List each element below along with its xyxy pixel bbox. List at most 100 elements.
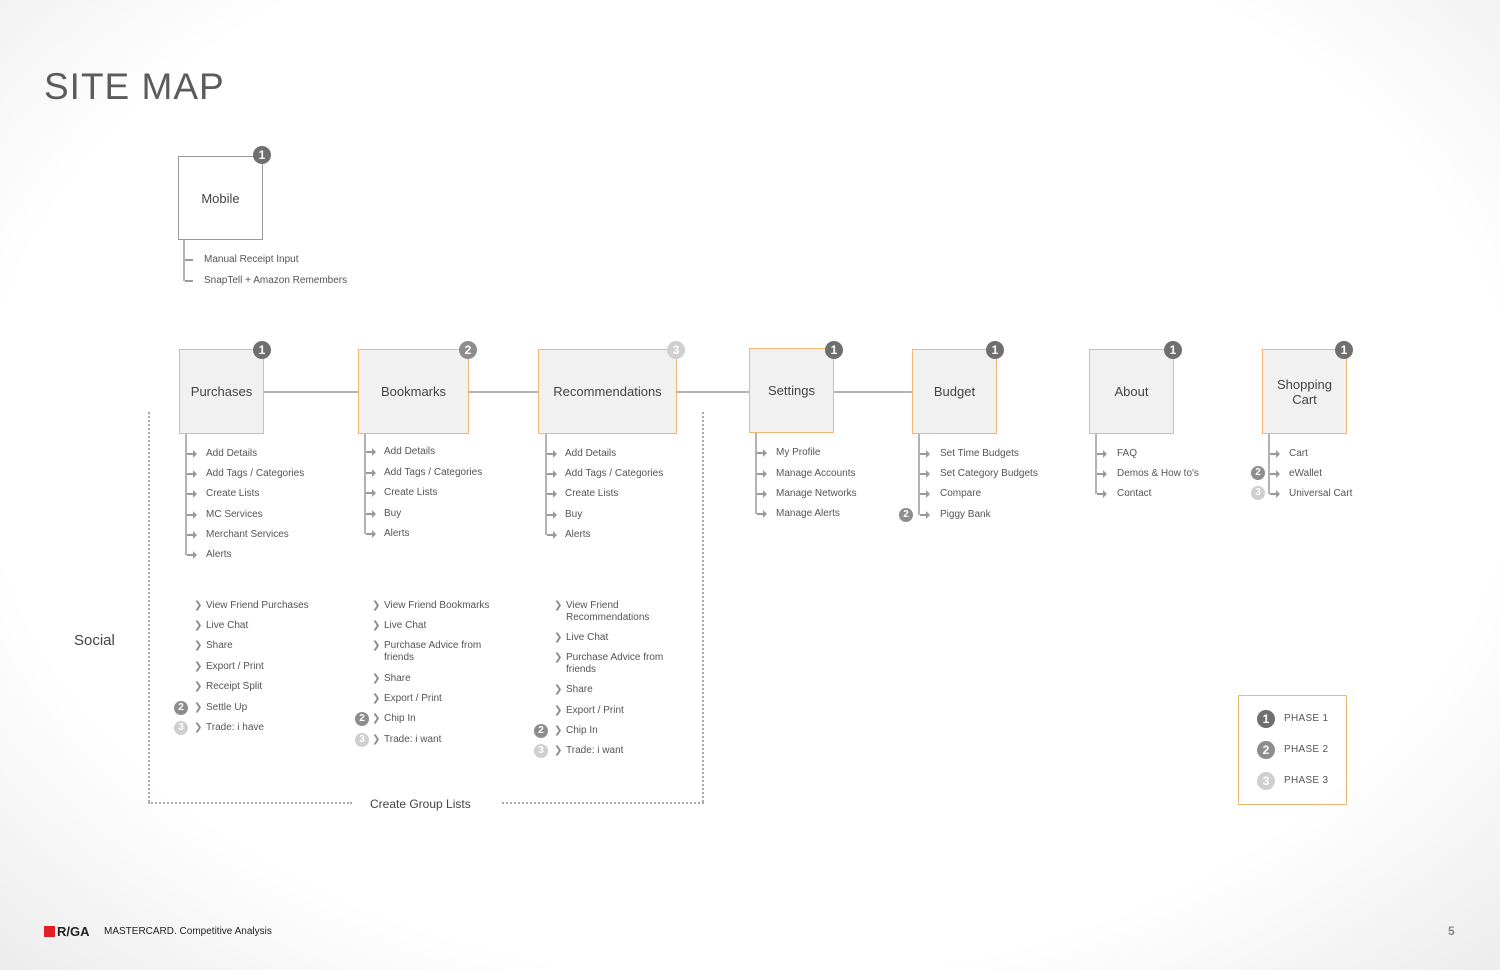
purchases-social-item[interactable]: Settle Up bbox=[206, 702, 247, 714]
budget-item[interactable]: Set Time Budgets bbox=[940, 448, 1019, 460]
budget-node[interactable]: Budget bbox=[912, 349, 997, 434]
ewallet-phase-badge: 2 bbox=[1251, 466, 1265, 480]
item-arrow bbox=[757, 490, 767, 498]
item-arrow bbox=[187, 511, 197, 519]
purchases-social-item[interactable]: Receipt Split bbox=[206, 681, 262, 693]
purchases-item[interactable]: MC Services bbox=[206, 509, 263, 521]
budget-item[interactable]: Set Category Budgets bbox=[940, 468, 1038, 480]
bookmarks-social-item[interactable]: Chip In bbox=[384, 713, 416, 725]
purchases-item[interactable]: Alerts bbox=[206, 549, 232, 561]
recommendations-node[interactable]: Recommendations bbox=[538, 349, 677, 434]
item-arrow bbox=[1097, 470, 1107, 478]
item-arrow bbox=[366, 510, 376, 518]
item-arrow bbox=[187, 450, 197, 458]
purchases-item[interactable]: Add Details bbox=[206, 448, 257, 460]
purchases-item[interactable]: Create Lists bbox=[206, 488, 259, 500]
mobile-node[interactable]: Mobile bbox=[178, 156, 263, 240]
recommendations-phase-badge: 3 bbox=[667, 341, 685, 359]
settings-item[interactable]: My Profile bbox=[776, 447, 820, 459]
chevron-right-icon: ❯ bbox=[372, 713, 381, 724]
bookmarks-node[interactable]: Bookmarks bbox=[358, 349, 469, 434]
shopping-cart-item[interactable]: Universal Cart bbox=[1289, 488, 1352, 500]
social-border-bottom bbox=[502, 802, 704, 804]
phase-legend: 1 PHASE 1 2 PHASE 2 3 PHASE 3 bbox=[1238, 695, 1347, 805]
mobile-item[interactable]: SnapTell + Amazon Remembers bbox=[204, 275, 347, 287]
purchases-node[interactable]: Purchases bbox=[179, 349, 264, 434]
purchases-social-item[interactable]: Export / Print bbox=[206, 661, 264, 673]
purchases-social-item[interactable]: Share bbox=[206, 640, 233, 652]
recommendations-social-item-cont: Recommendations bbox=[566, 612, 650, 623]
budget-node-label: Budget bbox=[933, 384, 976, 399]
bookmarks-item[interactable]: Create Lists bbox=[384, 487, 437, 499]
recommendations-item[interactable]: Add Tags / Categories bbox=[565, 468, 663, 480]
recommendations-item[interactable]: Add Details bbox=[565, 448, 616, 460]
about-node[interactable]: About bbox=[1089, 349, 1174, 434]
recommendations-social-item[interactable]: Trade: i want bbox=[566, 745, 623, 757]
item-arrow bbox=[187, 470, 197, 478]
bookmarks-item[interactable]: Add Tags / Categories bbox=[384, 467, 482, 479]
chevron-right-icon: ❯ bbox=[372, 673, 381, 684]
shopping-cart-tree-line bbox=[1268, 434, 1270, 494]
chevron-right-icon: ❯ bbox=[554, 600, 563, 611]
settings-node-label: Settings bbox=[768, 383, 815, 398]
bookmarks-phase-badge: 2 bbox=[459, 341, 477, 359]
chevron-right-icon: ❯ bbox=[554, 652, 563, 663]
shopping-cart-item[interactable]: Cart bbox=[1289, 448, 1308, 460]
chevron-right-icon: ❯ bbox=[372, 600, 381, 611]
chevron-right-icon: ❯ bbox=[372, 620, 381, 631]
budget-item[interactable]: Compare bbox=[940, 488, 981, 500]
about-item[interactable]: FAQ bbox=[1117, 448, 1137, 460]
recommendations-social-item[interactable]: View Friend bbox=[566, 600, 619, 612]
nav-connector bbox=[833, 391, 913, 393]
recommendations-social-item[interactable]: Purchase Advice from bbox=[566, 652, 663, 664]
bookmarks-item[interactable]: Add Details bbox=[384, 446, 435, 458]
purchases-item[interactable]: Merchant Services bbox=[206, 529, 289, 541]
chevron-right-icon: ❯ bbox=[554, 684, 563, 695]
settings-item[interactable]: Manage Accounts bbox=[776, 468, 856, 480]
shopping-cart-node[interactable]: Shopping Cart bbox=[1262, 349, 1347, 434]
settle-up-phase-badge: 2 bbox=[174, 701, 188, 715]
budget-phase-badge: 1 bbox=[986, 341, 1004, 359]
item-arrow bbox=[920, 470, 930, 478]
about-item[interactable]: Demos & How to's bbox=[1117, 468, 1199, 480]
purchases-item[interactable]: Add Tags / Categories bbox=[206, 468, 304, 480]
bookmarks-social-item[interactable]: Trade: i want bbox=[384, 734, 441, 746]
recommendations-social-item[interactable]: Chip In bbox=[566, 725, 598, 737]
bookmarks-social-item-cont: friends bbox=[384, 652, 415, 663]
bookmarks-social-item[interactable]: Purchase Advice from bbox=[384, 640, 481, 652]
recommendations-social-item[interactable]: Export / Print bbox=[566, 705, 624, 717]
purchases-social-item[interactable]: Trade: i have bbox=[206, 722, 264, 734]
recommendations-item[interactable]: Buy bbox=[565, 509, 582, 521]
item-arrow bbox=[187, 490, 197, 498]
bookmarks-social-item[interactable]: Share bbox=[384, 673, 411, 685]
recommendations-item[interactable]: Create Lists bbox=[565, 488, 618, 500]
recommendations-tree-line bbox=[545, 434, 547, 535]
recommendations-social-item[interactable]: Share bbox=[566, 684, 593, 696]
mobile-item[interactable]: Manual Receipt Input bbox=[204, 254, 299, 266]
logo-red-square bbox=[44, 926, 55, 937]
settings-item[interactable]: Manage Networks bbox=[776, 488, 857, 500]
recommendations-item[interactable]: Alerts bbox=[565, 529, 591, 541]
item-arrow bbox=[366, 469, 376, 477]
rga-logo: R/GA bbox=[44, 924, 90, 939]
shopping-cart-item[interactable]: eWallet bbox=[1289, 468, 1322, 480]
budget-item[interactable]: Piggy Bank bbox=[940, 509, 991, 521]
settings-node[interactable]: Settings bbox=[749, 348, 834, 433]
purchases-node-label: Purchases bbox=[190, 384, 253, 399]
item-arrow bbox=[366, 448, 376, 456]
bookmarks-social-item[interactable]: Live Chat bbox=[384, 620, 426, 632]
mobile-tick bbox=[185, 280, 193, 282]
legend-phase-1-label: PHASE 1 bbox=[1284, 713, 1329, 724]
bookmarks-item[interactable]: Alerts bbox=[384, 528, 410, 540]
bookmarks-social-item[interactable]: View Friend Bookmarks bbox=[384, 600, 489, 612]
recommendations-social-item[interactable]: Live Chat bbox=[566, 632, 608, 644]
bookmarks-node-label: Bookmarks bbox=[380, 384, 447, 399]
settings-item[interactable]: Manage Alerts bbox=[776, 508, 840, 520]
bookmarks-item[interactable]: Buy bbox=[384, 508, 401, 520]
purchases-social-item[interactable]: View Friend Purchases bbox=[206, 600, 309, 612]
purchases-social-item[interactable]: Live Chat bbox=[206, 620, 248, 632]
about-phase-badge: 1 bbox=[1164, 341, 1182, 359]
bookmarks-social-item[interactable]: Export / Print bbox=[384, 693, 442, 705]
about-item[interactable]: Contact bbox=[1117, 488, 1151, 500]
item-arrow bbox=[1097, 490, 1107, 498]
